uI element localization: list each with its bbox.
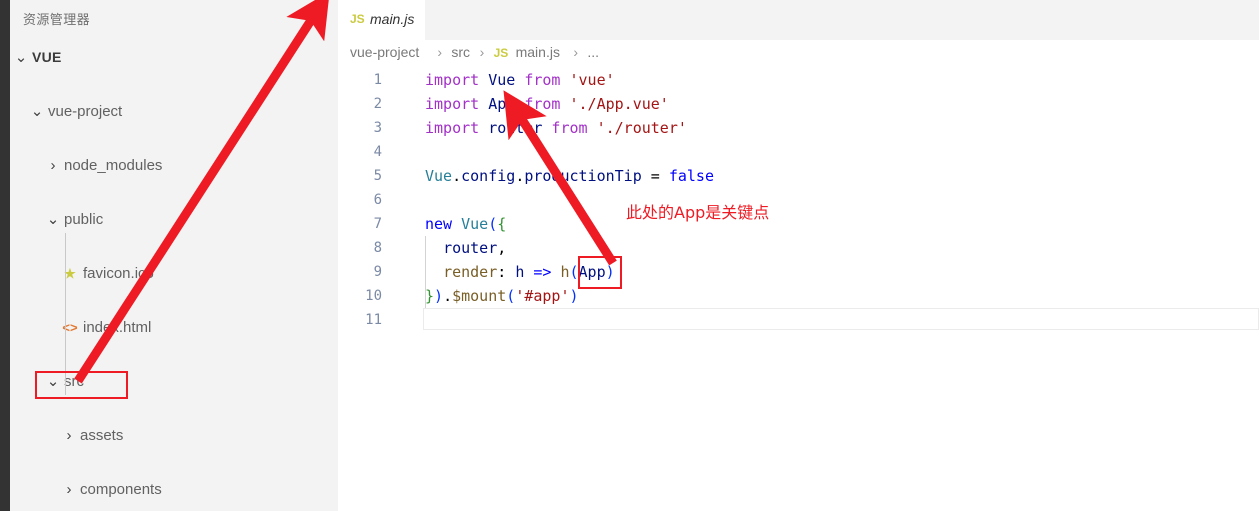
sidebar-item-vue-project[interactable]: ⌄vue-project [10, 98, 338, 125]
tab-bar: JS main.js ✕ [338, 0, 1259, 40]
line-number: 7 [338, 212, 382, 236]
current-line-highlight [423, 308, 1259, 330]
vscode-window: 资源管理器 ⌄VUE⌄vue-project›node_modules⌄publ… [0, 0, 1259, 511]
sidebar-item-label: components [80, 476, 162, 503]
explorer-title: 资源管理器 [23, 9, 90, 28]
breadcrumb-part[interactable]: src [451, 44, 470, 60]
star-icon: ★ [61, 260, 79, 287]
sidebar-item-favicon-ico[interactable]: ★favicon.ico [10, 260, 338, 287]
sidebar-item-assets[interactable]: ›assets [10, 422, 338, 449]
sidebar-item-components[interactable]: ›components [10, 476, 338, 503]
chevron-down-icon[interactable]: ⌄ [13, 44, 29, 71]
editor-area: JS main.js ✕ vue-project › src › JS main.js ›.… [338, 0, 1259, 511]
line-number: 6 [338, 188, 382, 212]
breadcrumb-separator: › [480, 44, 485, 60]
line-number: 9 [338, 260, 382, 284]
code-editor[interactable]: 1234567891011 import Vue from 'vue'impor… [338, 68, 1259, 511]
line-number: 2 [338, 92, 382, 116]
js-file-icon: JS [350, 12, 365, 26]
breadcrumb[interactable]: vue-project › src › JS main.js ›... [338, 40, 1259, 68]
code-line[interactable]: render: h => h(App) [425, 260, 615, 284]
sidebar-item-label: VUE [32, 44, 62, 71]
breadcrumb-part[interactable]: vue-project [350, 44, 419, 60]
explorer-sidebar: 资源管理器 ⌄VUE⌄vue-project›node_modules⌄publ… [10, 0, 338, 511]
code-line[interactable]: Vue.config.productionTip = false [425, 164, 714, 188]
sidebar-item-label: node_modules [64, 152, 162, 179]
tab-main-js[interactable]: JS main.js [338, 0, 425, 40]
code-line[interactable]: import Vue from 'vue' [425, 68, 615, 92]
sidebar-item-index-html[interactable]: <>index.html [10, 314, 338, 341]
sidebar-item-public[interactable]: ⌄public [10, 206, 338, 233]
chevron-down-icon[interactable]: ⌄ [45, 368, 61, 395]
line-number: 1 [338, 68, 382, 92]
code-line[interactable]: router, [425, 236, 506, 260]
tab-label: main.js [370, 11, 414, 27]
line-number: 8 [338, 236, 382, 260]
sidebar-item-label: vue-project [48, 98, 122, 125]
chevron-right-icon[interactable]: › [61, 476, 77, 503]
sidebar-item-vue[interactable]: ⌄VUE [10, 44, 338, 71]
chevron-down-icon[interactable]: ⌄ [29, 98, 45, 125]
js-file-icon: JS [494, 46, 509, 60]
code-line[interactable]: new Vue({ [425, 212, 506, 236]
line-number: 4 [338, 140, 382, 164]
sidebar-item-src[interactable]: ⌄src [10, 368, 338, 395]
line-number: 3 [338, 116, 382, 140]
line-number: 10 [338, 284, 382, 308]
sidebar-item-label: assets [80, 422, 123, 449]
breadcrumb-separator: › [437, 44, 442, 60]
sidebar-item-label: src [64, 368, 84, 395]
sidebar-item-node-modules[interactable]: ›node_modules [10, 152, 338, 179]
sidebar-item-label: favicon.ico [83, 260, 154, 287]
breadcrumb-separator: › [573, 44, 578, 60]
indent-guide [65, 233, 66, 395]
sidebar-item-label: index.html [83, 314, 151, 341]
line-number: 5 [338, 164, 382, 188]
line-number: 11 [338, 308, 382, 332]
sidebar-item-label: public [64, 206, 103, 233]
chevron-right-icon[interactable]: › [45, 152, 61, 179]
breadcrumb-part[interactable]: main.js [516, 44, 560, 60]
activity-bar[interactable] [0, 0, 10, 511]
chevron-right-icon[interactable]: › [61, 422, 77, 449]
code-line[interactable]: import router from './router' [425, 116, 687, 140]
breadcrumb-part[interactable]: ... [587, 44, 599, 60]
file-tree[interactable]: ⌄VUE⌄vue-project›node_modules⌄public★fav… [10, 44, 338, 503]
html-icon: <> [61, 314, 79, 341]
code-line[interactable]: import App from './App.vue' [425, 92, 669, 116]
code-line[interactable]: }).$mount('#app') [425, 284, 579, 308]
chevron-down-icon[interactable]: ⌄ [45, 206, 61, 233]
